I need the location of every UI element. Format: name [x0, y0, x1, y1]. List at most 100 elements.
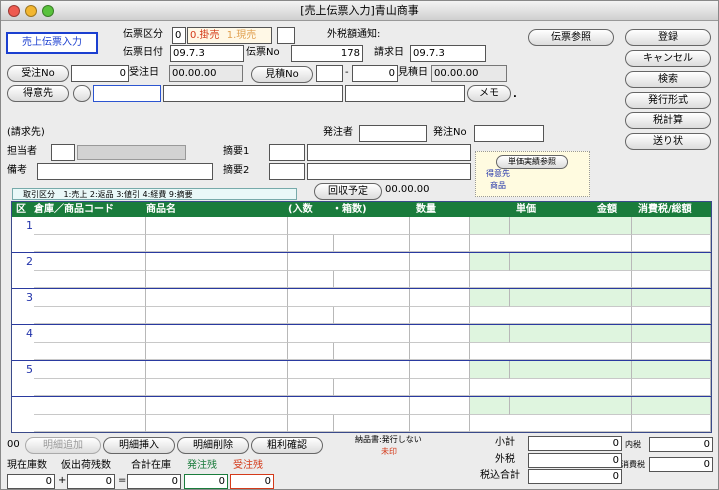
- grid-cell[interactable]: [34, 415, 146, 432]
- orderer-field[interactable]: [359, 125, 427, 142]
- grid-cell[interactable]: [470, 253, 510, 271]
- customer-name-field[interactable]: [163, 85, 343, 102]
- grid-cell[interactable]: [470, 289, 510, 307]
- collect-schedule-button[interactable]: 回収予定: [314, 183, 382, 200]
- bill-date-field[interactable]: 09.7.3: [410, 45, 486, 62]
- grid-cell[interactable]: [146, 325, 288, 343]
- insert-line-button[interactable]: 明細挿入: [103, 437, 175, 454]
- grid-cell[interactable]: [34, 289, 146, 307]
- grid-cell[interactable]: [34, 343, 146, 360]
- order-no2-field[interactable]: [474, 125, 544, 142]
- grid-cell[interactable]: [410, 361, 470, 379]
- summary1-code-field[interactable]: [269, 144, 305, 161]
- order-no-button[interactable]: 受注No: [7, 65, 69, 82]
- grid-cell[interactable]: [510, 397, 632, 415]
- shipping-label-button[interactable]: 送り状: [625, 133, 711, 150]
- grid-cell[interactable]: [288, 307, 334, 324]
- price-ref-button[interactable]: 単価実績参照: [496, 155, 568, 169]
- grid-cell[interactable]: [470, 415, 632, 432]
- grid-cell[interactable]: [34, 235, 146, 252]
- grid-cell[interactable]: [470, 217, 510, 235]
- estimate-prefix-field[interactable]: [316, 65, 343, 82]
- grid-cell[interactable]: [470, 325, 510, 343]
- grid-cell[interactable]: [410, 415, 470, 432]
- grid-cell[interactable]: [288, 235, 334, 252]
- slip-ref-button[interactable]: 伝票参照: [528, 29, 614, 46]
- estimate-no-field[interactable]: 0: [352, 65, 398, 82]
- grid-cell[interactable]: [410, 289, 470, 307]
- grid-cell[interactable]: [334, 235, 410, 252]
- grid-cell[interactable]: [470, 307, 632, 324]
- summary1-text-field[interactable]: [307, 144, 471, 161]
- grid-cell[interactable]: [410, 379, 470, 396]
- grid-cell[interactable]: [34, 379, 146, 396]
- grid-cell[interactable]: [334, 415, 410, 432]
- register-button[interactable]: 登録: [625, 29, 711, 46]
- grid-cell[interactable]: [288, 253, 410, 271]
- grid-cell[interactable]: [288, 217, 410, 235]
- grid-cell[interactable]: [288, 289, 410, 307]
- grid-cell[interactable]: [510, 253, 632, 271]
- cancel-button[interactable]: キャンセル: [625, 50, 711, 67]
- grid-cell[interactable]: [632, 343, 711, 360]
- tax-notice-check[interactable]: [277, 27, 295, 44]
- slip-no-field[interactable]: 178: [291, 45, 363, 62]
- customer-button[interactable]: 得意先: [7, 85, 69, 102]
- grid-cell[interactable]: [146, 217, 288, 235]
- slip-date-field[interactable]: 09.7.3: [170, 45, 244, 62]
- grid-cell[interactable]: [146, 289, 288, 307]
- grid-cell[interactable]: [288, 415, 334, 432]
- tax-calc-button[interactable]: 税計算: [625, 112, 711, 129]
- grid-cell[interactable]: [34, 307, 146, 324]
- delete-line-button[interactable]: 明細削除: [177, 437, 249, 454]
- grid-cell[interactable]: [146, 379, 288, 396]
- grid-cell[interactable]: [146, 235, 288, 252]
- grid-cell[interactable]: [470, 361, 510, 379]
- customer-lookup-toggle[interactable]: [73, 85, 91, 102]
- grid-cell[interactable]: [510, 217, 632, 235]
- grid-cell[interactable]: [34, 325, 146, 343]
- grid-cell[interactable]: [34, 361, 146, 379]
- memo-button[interactable]: メモ: [467, 85, 511, 102]
- grid-cell[interactable]: [146, 361, 288, 379]
- grid-cell[interactable]: [334, 343, 410, 360]
- customer-name2-field[interactable]: [345, 85, 465, 102]
- note-field[interactable]: [37, 163, 213, 180]
- grid-cell[interactable]: [470, 397, 510, 415]
- order-no-field[interactable]: 0: [71, 65, 129, 82]
- grid-cell[interactable]: [334, 307, 410, 324]
- grid-cell[interactable]: [410, 235, 470, 252]
- margin-check-button[interactable]: 粗利確認: [251, 437, 323, 454]
- grid-cell[interactable]: [410, 343, 470, 360]
- grid-cell[interactable]: [410, 325, 470, 343]
- grid-cell[interactable]: [288, 361, 410, 379]
- grid-cell[interactable]: [146, 253, 288, 271]
- grid-cell[interactable]: [288, 325, 410, 343]
- summary2-text-field[interactable]: [307, 163, 471, 180]
- grid-cell[interactable]: [410, 397, 470, 415]
- grid-cell[interactable]: [34, 217, 146, 235]
- grid-cell[interactable]: [410, 307, 470, 324]
- grid-cell[interactable]: [470, 379, 632, 396]
- grid-cell[interactable]: [34, 397, 146, 415]
- grid-cell[interactable]: [146, 415, 288, 432]
- grid-cell[interactable]: [632, 271, 711, 288]
- grid-cell[interactable]: [470, 235, 632, 252]
- grid-cell[interactable]: [334, 271, 410, 288]
- grid-cell[interactable]: [288, 379, 334, 396]
- grid-cell[interactable]: [146, 307, 288, 324]
- issue-format-button[interactable]: 発行形式: [625, 92, 711, 109]
- slip-type-options[interactable]: 0.掛売 1.現売: [187, 27, 272, 44]
- estimate-no-button[interactable]: 見積No: [251, 66, 313, 83]
- grid-cell[interactable]: [146, 271, 288, 288]
- grid-cell[interactable]: [288, 397, 410, 415]
- search-button[interactable]: 検索: [625, 71, 711, 88]
- add-line-button[interactable]: 明細追加: [25, 437, 101, 454]
- grid-cell[interactable]: [510, 289, 632, 307]
- staff-code-field[interactable]: [51, 144, 75, 161]
- grid-cell[interactable]: [632, 235, 711, 252]
- grid-cell[interactable]: [34, 271, 146, 288]
- price-ref-customer-option[interactable]: 得意先: [486, 169, 510, 179]
- grid-cell[interactable]: [632, 253, 711, 271]
- grid-cell[interactable]: [632, 361, 711, 379]
